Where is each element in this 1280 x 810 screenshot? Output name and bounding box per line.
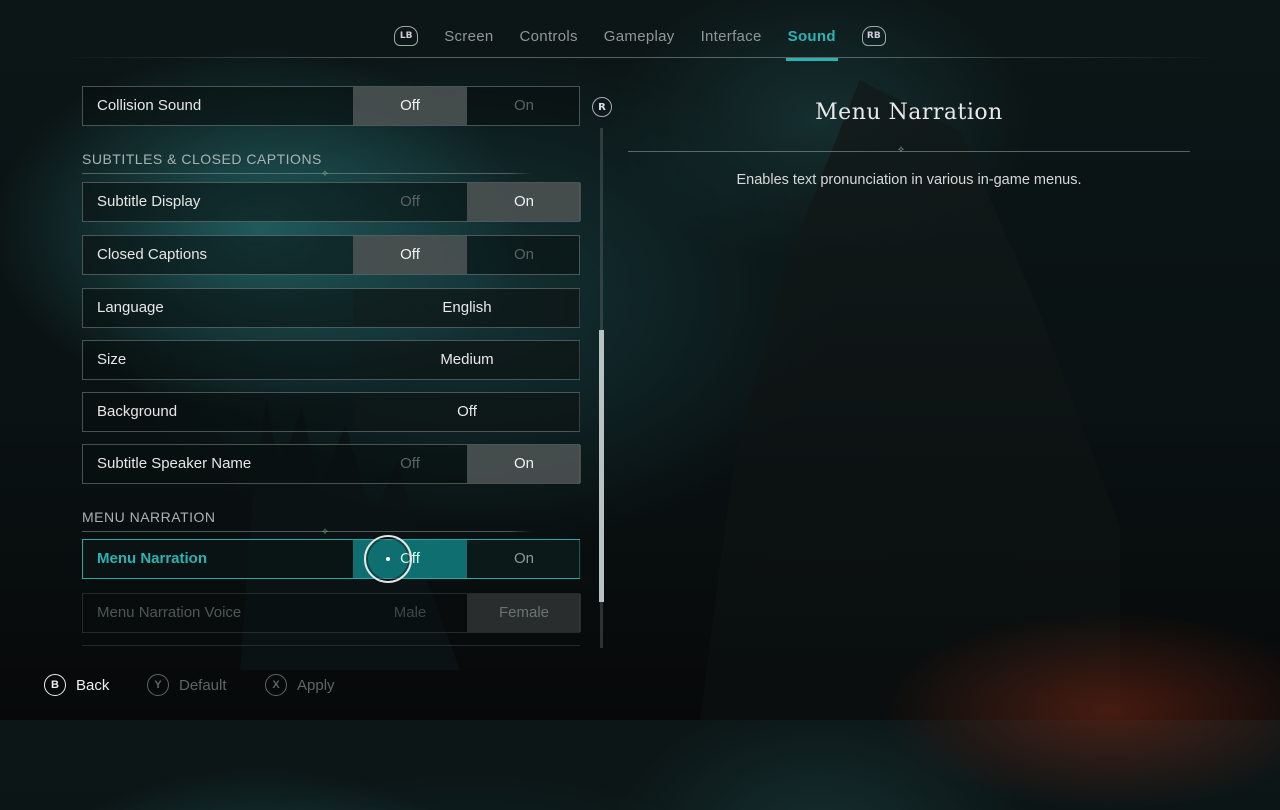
option-off[interactable]: Off [353,236,467,274]
setting-menu-narration-voice: Menu Narration Voice Male Female [82,593,581,633]
setting-size[interactable]: Size Medium [82,340,581,380]
section-divider [82,531,532,532]
setting-label: Subtitle Display [97,193,201,210]
setting-value[interactable]: Medium [353,341,581,379]
tab-bar-divider [60,57,1220,58]
setting-label: Subtitle Speaker Name [97,455,252,472]
description-title: Menu Narration [815,100,1003,125]
back-button[interactable]: B Back [44,672,109,698]
option-male: Male [393,604,427,621]
apply-label: Apply [297,676,335,694]
tab-gameplay[interactable]: Gameplay [604,28,675,45]
section-subtitles: SUBTITLES & CLOSED CAPTIONS ⟡ [82,151,532,178]
setting-background[interactable]: Background Off [82,392,581,432]
b-button-icon: B [44,674,66,696]
setting-value[interactable]: English [353,289,581,327]
setting-label: Collision Sound [97,97,202,114]
background-ember-glow [880,610,1280,810]
option-on[interactable]: On [467,183,581,221]
option-on[interactable]: On [467,540,581,578]
setting-label: Menu Narration [97,550,208,567]
ornament-icon: ⟡ [322,168,329,178]
setting-collision-sound[interactable]: Collision Sound Off On [82,86,580,126]
section-title: MENU NARRATION [82,509,216,525]
ornament-icon: ⟡ [322,526,329,536]
ornament-icon: ⟡ [898,145,904,155]
settings-tab-bar: LB Screen Controls Gameplay Interface So… [0,18,1280,61]
option-on[interactable]: On [467,445,581,483]
tab-screen[interactable]: Screen [444,28,493,45]
tab-controls[interactable]: Controls [520,28,578,45]
setting-label: Menu Narration Voice [97,604,242,621]
scrollbar-thumb[interactable] [599,330,604,602]
option-off[interactable]: Off [353,87,467,125]
rb-bumper-icon[interactable]: RB [861,26,886,46]
back-label: Back [76,676,110,694]
section-menu-narration: MENU NARRATION ⟡ [82,509,532,536]
option-off[interactable]: Off [353,183,467,221]
setting-next-partial [82,645,580,646]
option-female: Female [467,594,581,632]
option-off[interactable]: Off [353,445,467,483]
description-divider [628,151,1190,152]
tab-sound[interactable]: Sound [785,28,838,61]
setting-label: Background [97,403,178,420]
pointer-cursor-icon [364,535,412,583]
setting-closed-captions[interactable]: Closed Captions Off On [82,235,580,275]
right-stick-scroll-icon: R [592,97,612,117]
lb-bumper-icon[interactable]: LB [394,26,419,46]
setting-subtitle-speaker-name[interactable]: Subtitle Speaker Name Off On [82,444,581,484]
section-title: SUBTITLES & CLOSED CAPTIONS [82,151,322,167]
description-text: Enables text pronunciation in various in… [736,172,1082,188]
tab-interface[interactable]: Interface [701,28,762,45]
setting-subtitle-display[interactable]: Subtitle Display Off On [82,182,581,222]
setting-value[interactable]: Off [353,393,581,431]
option-on[interactable]: On [467,236,581,274]
setting-label: Closed Captions [97,246,208,263]
section-divider [82,173,532,174]
y-button-icon: Y [147,674,169,696]
setting-label: Size [97,351,127,368]
default-label: Default [179,676,227,694]
option-on[interactable]: On [467,87,581,125]
settings-list[interactable]: Collision Sound Off On SUBTITLES & CLOSE… [82,86,582,646]
x-button-icon: X [265,674,287,696]
setting-label: Language [97,299,164,316]
apply-button[interactable]: X Apply [265,672,335,698]
setting-menu-narration[interactable]: Menu Narration Off On [82,539,581,579]
setting-language[interactable]: Language English [82,288,581,328]
default-button[interactable]: Y Default [147,672,227,698]
